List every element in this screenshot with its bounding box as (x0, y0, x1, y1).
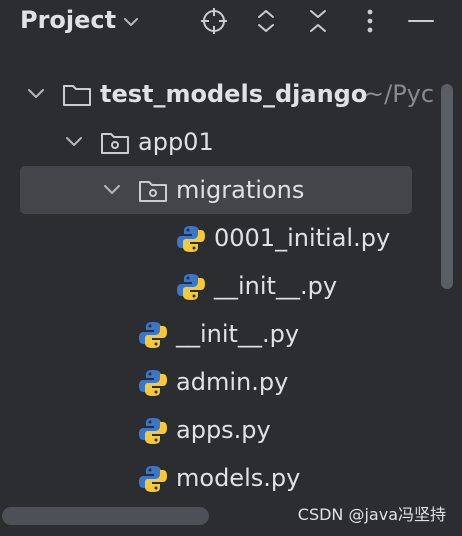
tree-node-label: test_models_django (100, 80, 368, 108)
tree-node-label: __init__.py (214, 272, 338, 300)
locate-icon[interactable] (198, 5, 230, 37)
python-file-icon (139, 322, 167, 348)
tree-node-label: apps.py (176, 416, 271, 444)
chevron-down-icon[interactable] (64, 132, 84, 152)
python-file-icon (177, 226, 205, 252)
tree-node-migrations[interactable]: migrations (20, 166, 412, 214)
tree-node-file[interactable]: apps.py (0, 406, 440, 454)
more-icon[interactable] (354, 5, 386, 37)
tree-node-file[interactable]: models.py (0, 454, 440, 502)
tree-node-label: admin.py (176, 368, 289, 396)
tree-node-file[interactable]: 0001_initial.py (0, 214, 440, 262)
tree-node-label: __init__.py (176, 320, 300, 348)
tree-node-label: 0001_initial.py (214, 224, 391, 252)
python-file-icon (139, 466, 167, 492)
collapse-icon[interactable] (302, 5, 334, 37)
python-file-icon (139, 418, 167, 444)
chevron-down-icon[interactable] (102, 180, 122, 200)
tree-node-label: migrations (176, 176, 305, 204)
package-folder-icon (139, 181, 167, 202)
vertical-scrollbar[interactable] (441, 84, 453, 289)
tree-node-file[interactable]: __init__.py (0, 262, 440, 310)
minimize-icon[interactable] (405, 5, 437, 37)
python-file-icon (177, 274, 205, 300)
tree-node-file[interactable]: __init__.py (0, 310, 440, 358)
package-folder-icon (101, 133, 129, 154)
tree-node-label: models.py (176, 464, 301, 492)
watermark: CSDN @java冯坚持 (297, 505, 446, 524)
folder-icon (63, 85, 91, 106)
project-view-title[interactable]: Project (20, 3, 116, 37)
path-hint: ~/Pyc (364, 80, 435, 108)
horizontal-scrollbar[interactable] (2, 507, 209, 525)
tree-node-root[interactable]: test_models_django ~/Pyc (0, 70, 440, 118)
tree-node-app01[interactable]: app01 (0, 118, 440, 166)
chevron-down-icon[interactable] (121, 12, 141, 32)
python-file-icon (139, 370, 167, 396)
project-toolbar: Project (0, 0, 462, 44)
expand-icon[interactable] (250, 5, 282, 37)
chevron-down-icon[interactable] (26, 84, 46, 104)
tree-node-label: app01 (138, 128, 214, 156)
tree-node-file[interactable]: admin.py (0, 358, 440, 406)
